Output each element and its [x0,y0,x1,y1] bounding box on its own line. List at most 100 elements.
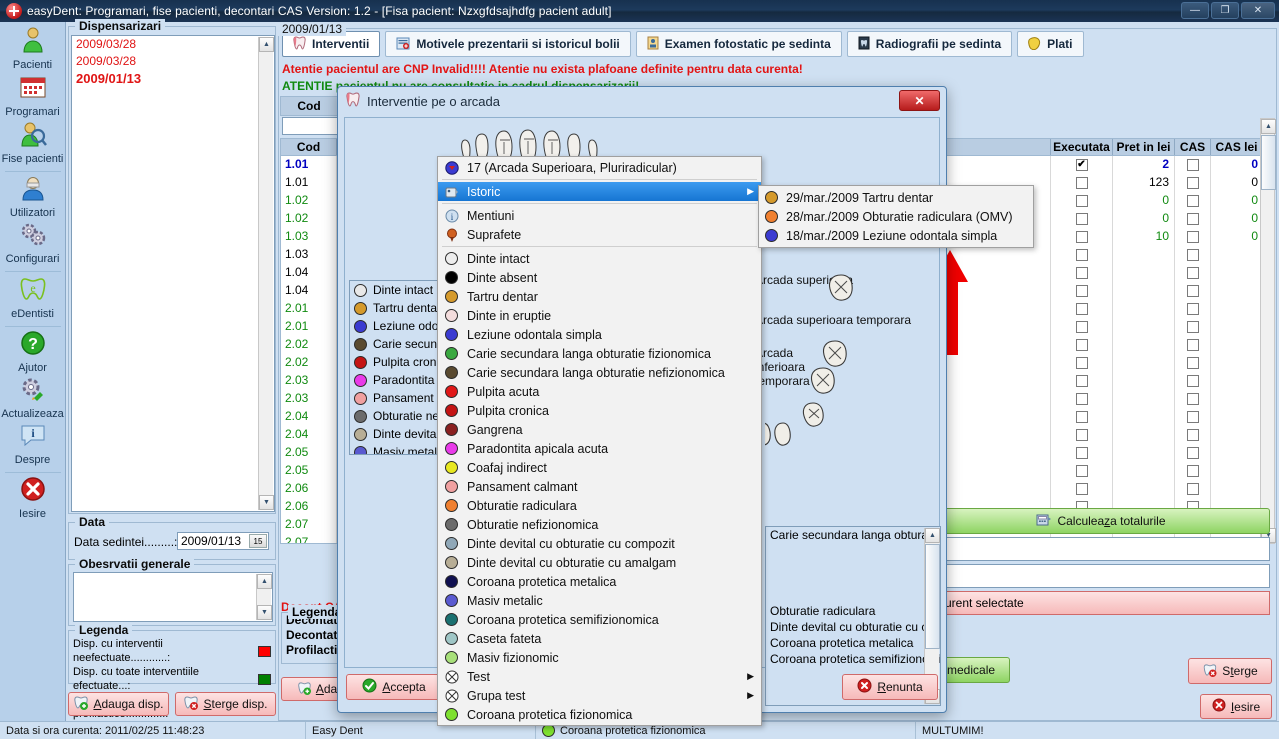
calculeaza-totalurile-button[interactable]: Calculeaza totalurile [932,508,1270,534]
list-item[interactable]: 2009/01/13 [72,70,274,87]
cell-executata[interactable] [1051,354,1113,372]
list-item[interactable]: Dinte devital cu obturatie cu compozit [766,619,940,635]
cell-executata[interactable] [1051,444,1113,462]
sidebar-item-edentisti[interactable]: e eDentisti [1,275,65,321]
tab-radiografii[interactable]: Radiografii pe sedinta [847,31,1012,57]
executata-checkbox[interactable] [1076,447,1088,459]
sidebar-item-pacienti[interactable]: Pacienti [1,26,65,72]
list-item[interactable]: 2009/03/28 [72,36,274,53]
menu-item[interactable]: Masiv fizionomic [438,648,761,667]
executata-checkbox[interactable] [1076,357,1088,369]
executata-checkbox[interactable] [1076,375,1088,387]
cell-executata[interactable] [1051,300,1113,318]
submenu-item[interactable]: 18/mar./2009 Leziune odontala simpla [759,226,1033,245]
menu-item[interactable]: Dinte intact [438,249,761,268]
cell-cas[interactable] [1175,336,1211,354]
cell-cas[interactable] [1175,210,1211,228]
cell-executata[interactable] [1051,192,1113,210]
scroll-down-icon[interactable]: ▼ [257,605,272,620]
adauga-disp-button[interactable]: Adauga disp. [68,692,169,716]
cas-checkbox[interactable] [1187,285,1199,297]
menu-item[interactable]: Gangrena [438,420,761,439]
list-item[interactable]: 2009/03/28 [72,53,274,70]
total-field-2[interactable] [932,564,1270,588]
cell-cas[interactable] [1175,228,1211,246]
menu-item[interactable]: Test▶ [438,667,761,686]
menu-item[interactable]: Coroana protetica semifizionomica [438,610,761,629]
cell-cas[interactable] [1175,246,1211,264]
cell-executata[interactable] [1051,480,1113,498]
cell-cas[interactable] [1175,408,1211,426]
executata-checkbox[interactable] [1076,267,1088,279]
menu-item-suprafete[interactable]: Suprafete [438,225,761,244]
tab-motivele[interactable]: Motivele prezentarii si istoricul bolii [385,31,630,57]
menu-item[interactable]: Masiv metalic [438,591,761,610]
tab-plati[interactable]: Plati [1017,31,1083,57]
executata-checkbox[interactable]: ✔ [1076,159,1088,171]
menu-item[interactable]: Tartru dentar [438,287,761,306]
cas-checkbox[interactable] [1187,249,1199,261]
executata-checkbox[interactable] [1076,177,1088,189]
menu-item[interactable]: Dinte devital cu obturatie cu amalgam [438,553,761,572]
cas-checkbox[interactable] [1187,159,1199,171]
scroll-up-icon[interactable]: ▲ [1261,119,1276,134]
cas-checkbox[interactable] [1187,267,1199,279]
submenu-item[interactable]: 29/mar./2009 Tartru dentar [759,188,1033,207]
cas-checkbox[interactable] [1187,447,1199,459]
sidebar-item-programari[interactable]: Programari [1,74,65,119]
menu-item[interactable]: Obturatie radiculara [438,496,761,515]
cell-executata[interactable] [1051,390,1113,408]
scroll-up-icon[interactable]: ▲ [259,37,274,52]
menu-item[interactable]: Pulpita acuta [438,382,761,401]
cas-checkbox[interactable] [1187,213,1199,225]
cell-executata[interactable] [1051,210,1113,228]
executata-checkbox[interactable] [1076,393,1088,405]
cell-cas[interactable] [1175,174,1211,192]
cas-checkbox[interactable] [1187,393,1199,405]
menu-item[interactable]: Carie secundara langa obturatie nefizion… [438,363,761,382]
minimize-button[interactable]: — [1181,2,1209,19]
menu-item[interactable]: Dinte devital cu obturatie cu compozit [438,534,761,553]
iesire-button[interactable]: Iesire [1200,694,1272,719]
total-field-1[interactable] [932,537,1270,561]
scroll-up-icon[interactable]: ▲ [257,574,272,589]
menu-item-istoric[interactable]: Istoric ▶ [438,182,761,201]
menu-item[interactable]: Dinte absent [438,268,761,287]
cell-cas[interactable] [1175,192,1211,210]
sidebar-item-despre[interactable]: i Despre [1,423,65,467]
sterge-button[interactable]: Sterge [1188,658,1272,684]
executata-checkbox[interactable] [1076,249,1088,261]
menu-item-mentiuni[interactable]: i Mentiuni [438,206,761,225]
cell-executata[interactable] [1051,408,1113,426]
cell-executata[interactable] [1051,318,1113,336]
executata-checkbox[interactable] [1076,231,1088,243]
submenu-item[interactable]: 28/mar./2009 Obturatie radiculara (OMV) [759,207,1033,226]
executata-checkbox[interactable] [1076,285,1088,297]
cell-cas[interactable] [1175,480,1211,498]
cell-executata[interactable] [1051,174,1113,192]
executata-checkbox[interactable] [1076,195,1088,207]
menu-item[interactable]: Grupa test▶ [438,686,761,705]
tab-examen-fotostatic[interactable]: Examen fotostatic pe sedinta [636,31,842,57]
cell-cas[interactable] [1175,426,1211,444]
sidebar-item-configurari[interactable]: Configurari [1,222,65,266]
list-item[interactable]: Coroana protetica semifizionomica [766,651,940,667]
cell-cas[interactable] [1175,300,1211,318]
executata-checkbox[interactable] [1076,483,1088,495]
dispensarizari-scrollbar[interactable]: ▲ ▼ [258,37,273,510]
observatii-scrollbar[interactable]: ▲ ▼ [256,574,271,620]
executata-checkbox[interactable] [1076,465,1088,477]
dispensarizari-list[interactable]: 2009/03/28 2009/03/28 2009/01/13 ▲ ▼ [71,35,275,512]
observatii-textarea[interactable]: ▲ ▼ [73,572,273,622]
accepta-button[interactable]: Accepta [346,674,442,700]
dialog-close-button[interactable]: ✕ [899,90,940,111]
cas-checkbox[interactable] [1187,411,1199,423]
cas-checkbox[interactable] [1187,483,1199,495]
istoric-submenu[interactable]: 29/mar./2009 Tartru dentar 28/mar./2009 … [758,185,1034,248]
sidebar-item-utilizatori[interactable]: Utilizatori [1,175,65,220]
cell-executata[interactable] [1051,282,1113,300]
cell-cas[interactable] [1175,264,1211,282]
menu-item[interactable]: Caseta fateta [438,629,761,648]
cell-executata[interactable] [1051,228,1113,246]
executata-checkbox[interactable] [1076,429,1088,441]
